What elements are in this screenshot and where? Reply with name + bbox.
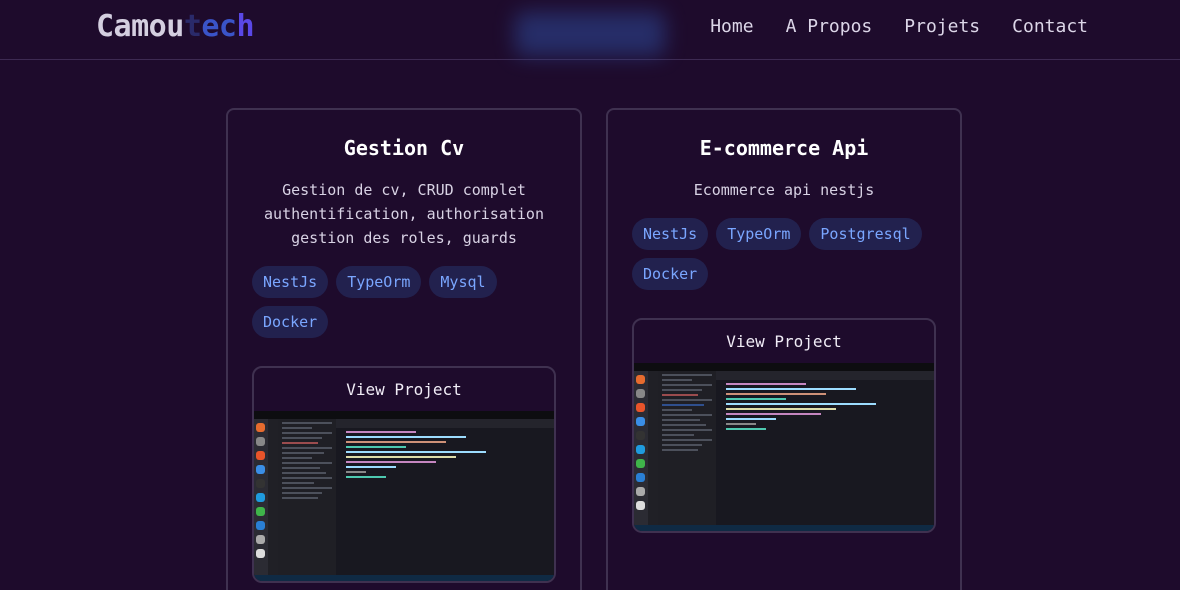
view-project-button[interactable]: View Project bbox=[254, 380, 554, 399]
project-description: Gestion de cv, CRUD complet authentifica… bbox=[264, 181, 544, 247]
tech-tag: TypeOrm bbox=[336, 266, 422, 298]
project-card: E-commerce Api Ecommerce api nestjs Nest… bbox=[606, 108, 962, 590]
nav-a-propos[interactable]: A Propos bbox=[786, 16, 873, 37]
tag-list: NestJs TypeOrm Postgresql Docker bbox=[632, 218, 936, 290]
logo-part: Camou bbox=[96, 9, 184, 44]
project-screenshot[interactable] bbox=[634, 363, 934, 531]
logo-part: h bbox=[236, 9, 255, 44]
dock-icons bbox=[254, 419, 268, 581]
tech-tag: Docker bbox=[632, 258, 709, 290]
project-link-box[interactable]: View Project bbox=[632, 318, 936, 533]
project-screenshot[interactable] bbox=[254, 411, 554, 581]
header-glow bbox=[515, 12, 665, 56]
tech-tag: NestJs bbox=[632, 218, 709, 250]
code-editor bbox=[716, 371, 934, 525]
project-card: Gestion Cv Gestion de cv, CRUD complet a… bbox=[226, 108, 582, 590]
dock-icons bbox=[634, 371, 648, 531]
tech-tag: Mysql bbox=[429, 266, 497, 298]
site-header: Camoutech Home A Propos Projets Contact bbox=[0, 0, 1180, 60]
tag-list: NestJs TypeOrm Mysql Docker bbox=[252, 266, 556, 338]
file-explorer bbox=[278, 419, 336, 581]
project-description: Ecommerce api nestjs bbox=[693, 181, 875, 199]
nav-projets[interactable]: Projets bbox=[904, 16, 980, 37]
view-project-button[interactable]: View Project bbox=[634, 332, 934, 351]
tech-tag: NestJs bbox=[252, 266, 329, 298]
nav-home[interactable]: Home bbox=[710, 16, 753, 37]
project-title: E-commerce Api bbox=[699, 136, 869, 160]
code-editor bbox=[336, 419, 554, 575]
tech-tag: Postgresql bbox=[809, 218, 922, 250]
site-logo[interactable]: Camoutech bbox=[96, 9, 255, 44]
nav-contact[interactable]: Contact bbox=[1012, 16, 1088, 37]
main-nav: Home A Propos Projets Contact bbox=[710, 16, 1088, 37]
project-link-box[interactable]: View Project bbox=[252, 366, 556, 583]
file-explorer bbox=[658, 371, 716, 531]
tech-tag: TypeOrm bbox=[716, 218, 802, 250]
project-title: Gestion Cv bbox=[343, 136, 465, 160]
logo-part: t bbox=[183, 9, 202, 44]
logo-part: ec bbox=[201, 9, 237, 44]
tech-tag: Docker bbox=[252, 306, 329, 338]
